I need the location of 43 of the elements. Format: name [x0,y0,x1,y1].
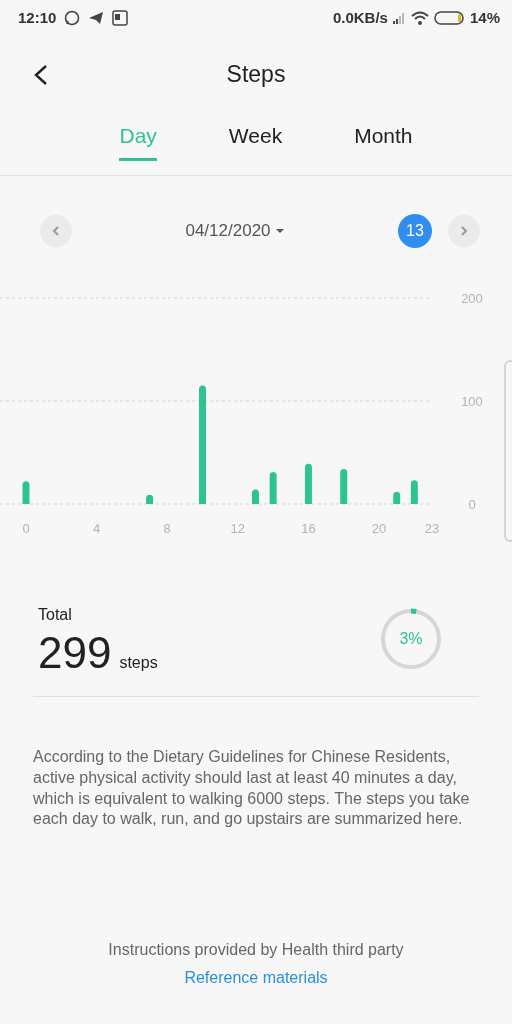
x-axis-label: 16 [301,521,316,536]
battery-percent: 14% [469,7,500,28]
caret-icon [274,228,285,234]
chart-bar [393,491,401,504]
x-axis-label: 8 [163,521,171,536]
x-axis-label: 12 [230,521,246,536]
battery-icon [433,10,466,26]
progress-ring [379,607,443,671]
x-axis-label: 23 [424,521,440,536]
day-badge: 13 [398,214,432,248]
x-axis-label: 0 [22,521,30,536]
chart-bar [340,469,348,504]
chat-bubble-icon [64,10,81,26]
page-title: Steps [226,59,286,89]
period-tab[interactable]: Month [354,120,413,158]
x-axis-label: 20 [371,521,387,536]
total-label: Total [38,605,73,625]
chart-bar [410,480,418,504]
progress-percent: 3% [399,629,423,649]
chevron-right-icon [459,225,469,237]
chart-bar [22,481,30,504]
step-count: 299 [38,631,112,675]
step-unit: steps [119,653,158,673]
status-time: 12:10 [18,7,57,28]
chart-bar [146,494,154,504]
chart-bar [269,472,277,504]
x-axis-label: 4 [93,521,101,536]
date-picker[interactable]: 04/12/2020 [179,217,291,245]
chart-bar [252,489,259,504]
next-button[interactable] [448,215,480,247]
previous-button[interactable] [40,215,72,247]
y-axis-label: 200 [461,291,483,306]
y-axis-label: 0 [468,497,476,512]
source-note: Instructions provided by Health third party [108,940,404,961]
network-speed: 0.0KB/s [332,7,388,28]
period-tab[interactable]: Week [228,120,283,158]
signal-icon [391,11,406,25]
wifi-icon [409,10,430,26]
chart-bar [304,463,312,504]
paper-plane-icon [88,10,105,26]
y-axis-label: 100 [461,394,483,409]
chevron-left-icon [51,225,61,237]
description-text: According to the Dietary Guidelines for Chinese Residents, active physical activity should last at least 40 minutes a day, which is equivalent to walking 6000 steps. The steps you take each day to walk, run, and go upstairs are summarized here. [32,747,471,830]
